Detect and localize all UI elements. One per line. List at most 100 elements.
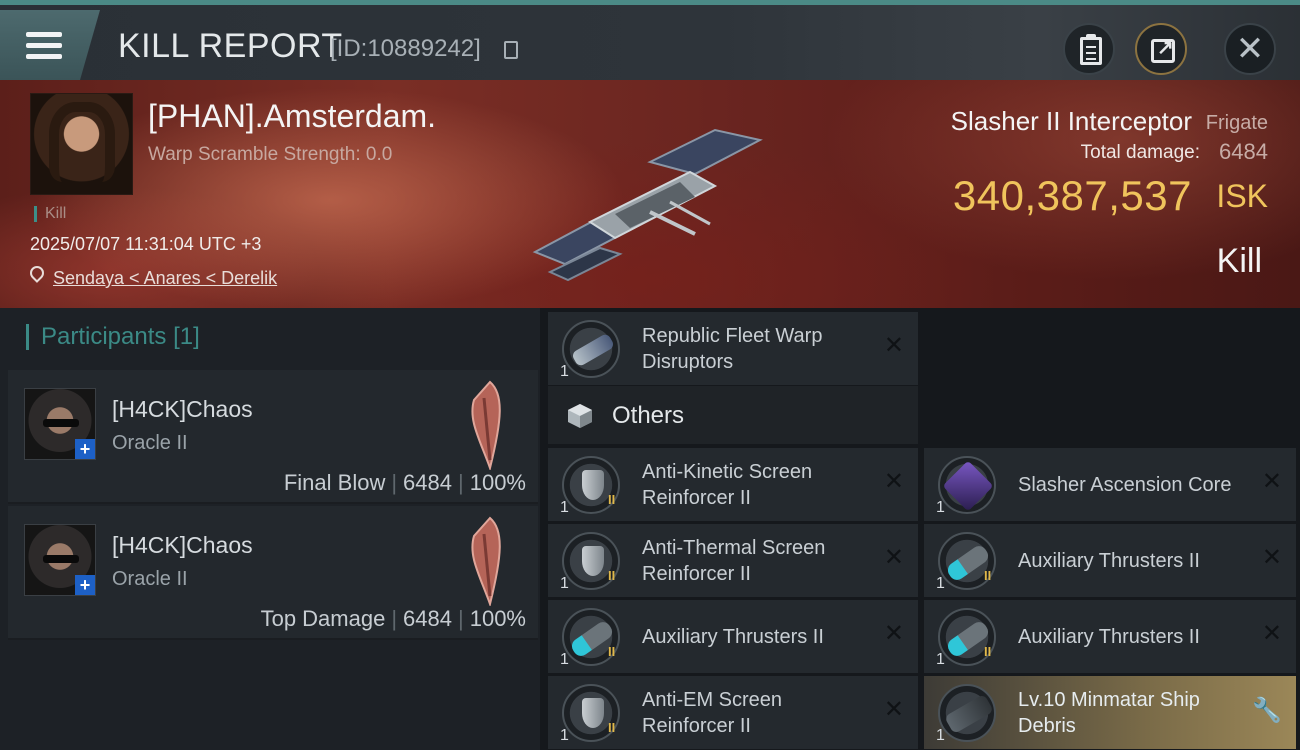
oracle-ship-icon	[471, 516, 501, 606]
item-tier: II	[608, 492, 616, 507]
item-row[interactable]: 1 II Auxiliary Thrusters II ✕	[548, 600, 918, 673]
close-icon: ✕	[1235, 30, 1265, 68]
item-qty: 1	[560, 727, 569, 744]
item-name: Anti-Kinetic Screen Reinforcer II	[642, 460, 813, 509]
ship-render	[532, 128, 763, 282]
item-name: Anti-Thermal Screen Reinforcer II	[642, 536, 826, 585]
item-qty: 1	[936, 499, 945, 516]
item-qty: 1	[936, 727, 945, 744]
item-name: Republic Fleet Warp Disruptors	[642, 324, 823, 373]
cube-icon	[568, 404, 592, 428]
oracle-ship-icon	[471, 380, 501, 470]
add-contact-icon[interactable]: +	[75, 439, 95, 459]
isk-value: 340,387,537	[952, 172, 1192, 219]
item-name: Anti-EM Screen Reinforcer II	[642, 688, 783, 737]
item-row[interactable]: 1 Slasher Ascension Core ✕	[924, 448, 1296, 521]
menu-button[interactable]	[0, 10, 100, 80]
page-title: KILL REPORT	[118, 27, 343, 65]
item-row[interactable]: 1 II Anti-Thermal Screen Reinforcer II ✕	[548, 524, 918, 597]
share-icon	[1151, 35, 1175, 63]
item-qty: 1	[560, 499, 569, 516]
share-button[interactable]	[1135, 23, 1187, 75]
menu-icon-bar	[26, 54, 62, 59]
victim-portrait[interactable]	[30, 93, 133, 195]
victim-name[interactable]: [PHAN].Amsterdam.	[148, 98, 436, 135]
item-name: Lv.10 Minmatar Ship Debris	[1018, 688, 1200, 737]
copy-icon[interactable]	[504, 41, 518, 59]
kill-tag: Kill	[34, 206, 66, 222]
participant-role: Top Damage	[260, 606, 386, 631]
destroyed-icon: ✕	[1261, 544, 1282, 571]
destroyed-icon: ✕	[1261, 620, 1282, 647]
report-id: [ID:10889242]	[330, 35, 481, 62]
ascension-core-icon	[938, 456, 996, 514]
item-tier: II	[608, 644, 616, 659]
participants-title: Participants	[41, 323, 167, 350]
participant-ship: Oracle II	[112, 568, 188, 590]
ship-debris-icon	[938, 684, 996, 742]
item-row-dropped[interactable]: 1 Lv.10 Minmatar Ship Debris 🔧	[924, 676, 1296, 749]
wrench-icon[interactable]: 🔧	[1252, 696, 1282, 725]
participant-damage: 6484	[403, 606, 452, 631]
warp-scramble-strength: Warp Scramble Strength: 0.0	[148, 144, 393, 165]
participant-percent: 100%	[469, 606, 526, 631]
participants-panel: Participants [1] + [H4CK]Chaos Oracle II…	[0, 308, 540, 750]
destroyed-icon: ✕	[883, 468, 904, 495]
item-qty: 1	[936, 651, 945, 668]
isk-unit: ISK	[1216, 178, 1268, 214]
items-panel: 1 Republic Fleet Warp Disruptors ✕ Other…	[540, 308, 1300, 750]
ship-name[interactable]: Slasher II Interceptor	[951, 106, 1192, 137]
item-qty: 1	[560, 575, 569, 592]
destroyed-icon: ✕	[1261, 468, 1282, 495]
participant-name: [H4CK]Chaos	[112, 396, 253, 422]
item-row[interactable]: 1 II Anti-Kinetic Screen Reinforcer II ✕	[548, 448, 918, 521]
location-pin-icon	[27, 263, 47, 283]
item-row[interactable]: 1 II Auxiliary Thrusters II ✕	[924, 600, 1296, 673]
participant-stats: Final Blow | 6484 | 100%	[283, 470, 526, 495]
destroyed-icon: ✕	[883, 620, 904, 647]
result-label: Kill	[1216, 242, 1262, 280]
kill-timestamp: 2025/07/07 11:31:04 UTC +3	[30, 234, 262, 254]
item-row[interactable]: 1 II Anti-EM Screen Reinforcer II ✕	[548, 676, 918, 749]
item-qty: 1	[560, 651, 569, 668]
participant-row[interactable]: + [H4CK]Chaos Oracle II Final Blow | 6484 |…	[8, 370, 538, 504]
clipboard-icon	[1080, 34, 1102, 65]
participant-name: [H4CK]Chaos	[112, 532, 253, 558]
item-qty: 1	[560, 363, 569, 380]
header-bar: KILL REPORT [ID:10889242] ✕	[0, 0, 1300, 80]
menu-icon-bar	[26, 43, 62, 48]
item-qty: 1	[936, 575, 945, 592]
others-section-header: Others	[548, 386, 918, 444]
total-damage-label: Total damage:	[1080, 142, 1200, 163]
add-contact-icon[interactable]: +	[75, 575, 95, 595]
item-name: Auxiliary Thrusters II	[642, 625, 824, 648]
participants-count: [1]	[173, 323, 200, 350]
destroyed-icon: ✕	[883, 696, 904, 723]
item-tier: II	[984, 644, 992, 659]
item-row[interactable]: 1 Republic Fleet Warp Disruptors ✕	[548, 312, 918, 385]
participant-avatar[interactable]: +	[24, 524, 96, 596]
item-name: Auxiliary Thrusters II	[1018, 625, 1200, 648]
total-damage-value: 6484	[1219, 139, 1268, 164]
item-name: Auxiliary Thrusters II	[1018, 549, 1200, 572]
item-tier: II	[608, 568, 616, 583]
participant-stats: Top Damage | 6484 | 100%	[260, 606, 526, 631]
item-tier: II	[608, 720, 616, 735]
menu-icon	[26, 32, 62, 37]
participant-ship: Oracle II	[112, 432, 188, 454]
item-name: Slasher Ascension Core	[1018, 473, 1232, 496]
item-row[interactable]: 1 II Auxiliary Thrusters II ✕	[924, 524, 1296, 597]
close-button[interactable]: ✕	[1224, 23, 1276, 75]
warp-disruptor-icon	[562, 320, 620, 378]
location-link[interactable]: Sendaya < Anares < Derelik	[53, 268, 277, 289]
participants-heading: Participants [1]	[26, 324, 200, 350]
kill-banner: [PHAN].Amsterdam. Warp Scramble Strength…	[0, 80, 1300, 308]
participant-avatar[interactable]: +	[24, 388, 96, 460]
participant-percent: 100%	[469, 470, 526, 495]
destroyed-icon: ✕	[883, 544, 904, 571]
item-tier: II	[984, 568, 992, 583]
clipboard-button[interactable]	[1063, 23, 1115, 75]
participant-row[interactable]: + [H4CK]Chaos Oracle II Top Damage | 6484 |…	[8, 506, 538, 640]
participant-damage: 6484	[403, 470, 452, 495]
others-label: Others	[612, 402, 685, 429]
